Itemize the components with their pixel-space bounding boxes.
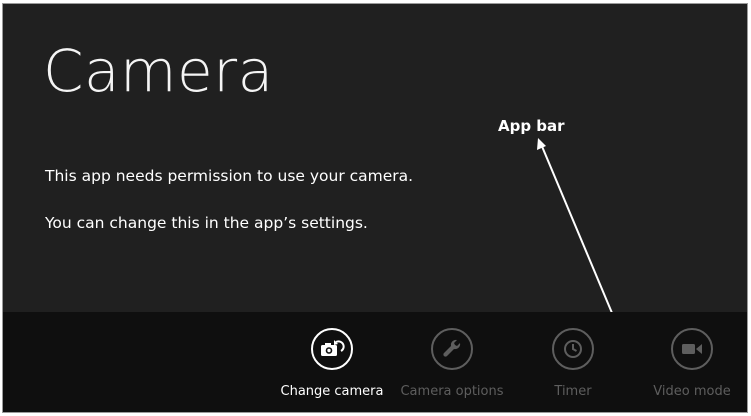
settings-hint-message: You can change this in the app’s setting… [45, 214, 368, 232]
timer-label: Timer [554, 384, 592, 399]
page-title: Camera [43, 37, 274, 105]
timer-button[interactable]: Timer [513, 328, 633, 399]
app-bar: Change camera Camera options Timer Video… [3, 312, 747, 412]
permission-message: This app needs permission to use your ca… [45, 167, 414, 185]
camera-options-label: Camera options [400, 384, 504, 399]
video-mode-button[interactable]: Video mode [632, 328, 747, 399]
change-camera-button[interactable]: Change camera [272, 328, 392, 399]
change-camera-label: Change camera [280, 384, 384, 399]
video-mode-label: Video mode [653, 384, 731, 399]
video-camera-icon [671, 328, 713, 370]
camera-options-button[interactable]: Camera options [392, 328, 512, 399]
annotation-label: App bar [498, 117, 565, 135]
camera-app-window: Camera This app needs permission to use … [2, 3, 748, 413]
change-camera-icon [311, 328, 353, 370]
clock-icon [552, 328, 594, 370]
wrench-icon [431, 328, 473, 370]
